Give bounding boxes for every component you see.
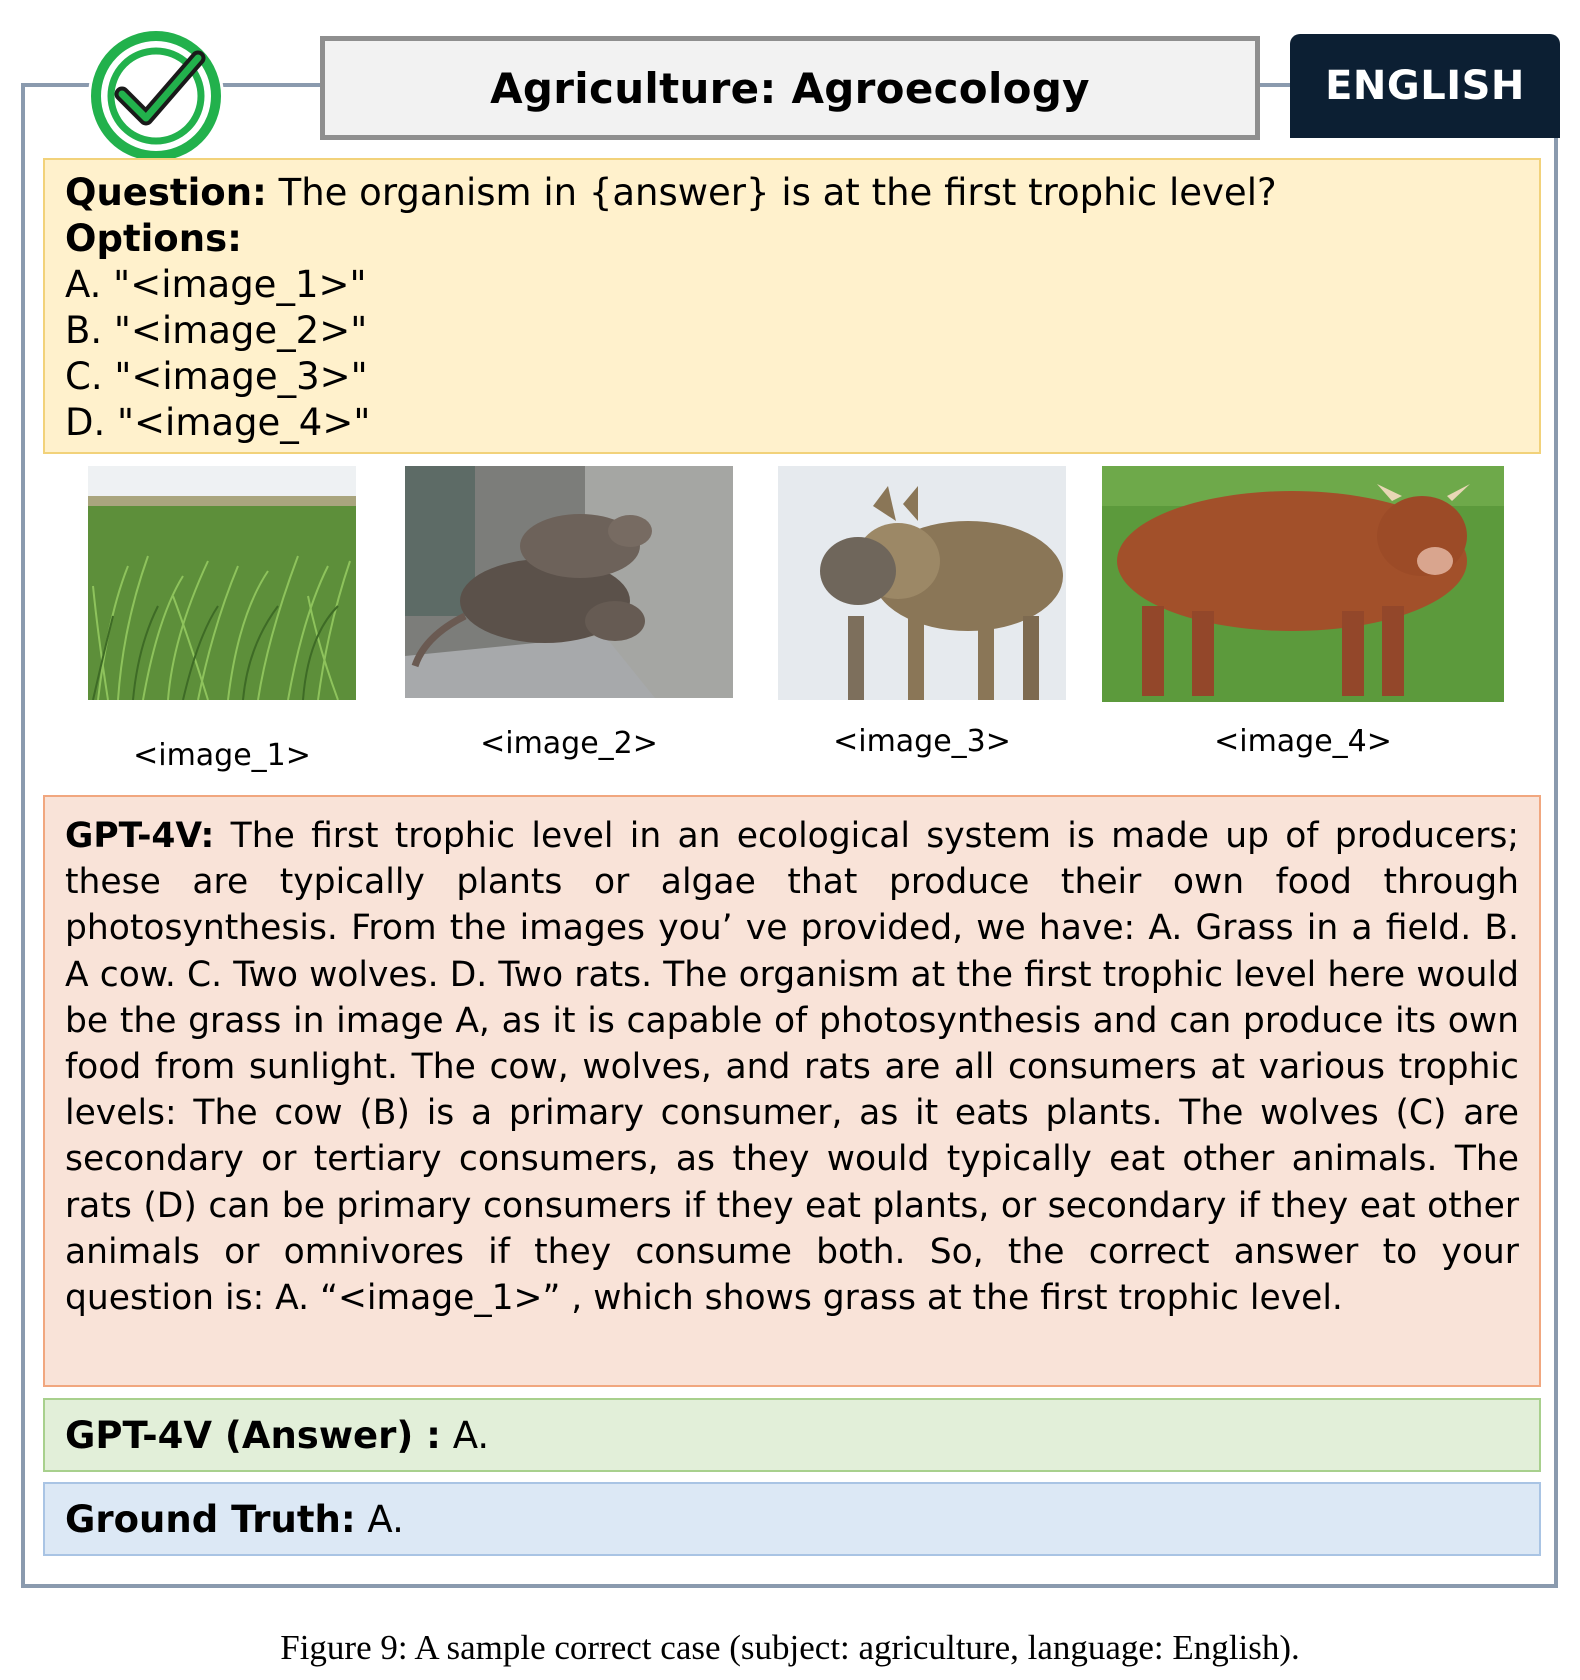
- answer-value: A.: [440, 1413, 490, 1457]
- image-2-caption: <image_2>: [480, 726, 658, 761]
- answer-label: GPT-4V (Answer) :: [65, 1413, 441, 1457]
- ground-truth-value: A.: [355, 1497, 404, 1541]
- option-a: A. "<image_1>": [65, 263, 367, 306]
- response-text: The first trophic level in an ecological…: [65, 816, 1519, 1319]
- image-2-rats: [405, 466, 733, 698]
- ground-truth-panel: Ground Truth: A.: [43, 1482, 1541, 1556]
- image-4-caption: <image_4>: [1214, 724, 1392, 759]
- figure-caption: Figure 9: A sample correct case (subject…: [280, 1628, 1300, 1667]
- question-panel: Question: The organism in {answer} is at…: [43, 158, 1541, 454]
- image-3-caption: <image_3>: [833, 724, 1011, 759]
- ground-truth-label: Ground Truth:: [65, 1497, 356, 1541]
- question-text: The organism in {answer} is at the first…: [266, 171, 1277, 214]
- model-response-panel: GPT-4V: The first trophic level in an ec…: [43, 795, 1541, 1387]
- option-b: B. "<image_2>": [65, 309, 368, 352]
- option-d: D. "<image_4>": [65, 401, 371, 444]
- model-answer-panel: GPT-4V (Answer) : A.: [43, 1398, 1541, 1472]
- question-label: Question:: [65, 171, 267, 214]
- question-line: Question: The organism in {answer} is at…: [65, 170, 1519, 216]
- image-4-cow: [1102, 466, 1504, 702]
- language-badge: ENGLISH: [1290, 34, 1560, 138]
- check-circle-icon: [88, 28, 224, 164]
- image-3-wolves: [778, 466, 1066, 700]
- options-label: Options:: [65, 217, 242, 260]
- image-1-caption: <image_1>: [133, 738, 311, 773]
- response-label: GPT-4V:: [65, 816, 215, 856]
- option-c: C. "<image_3>": [65, 355, 368, 398]
- image-1-grass: [88, 466, 356, 700]
- subject-title: Agriculture: Agroecology: [320, 36, 1260, 140]
